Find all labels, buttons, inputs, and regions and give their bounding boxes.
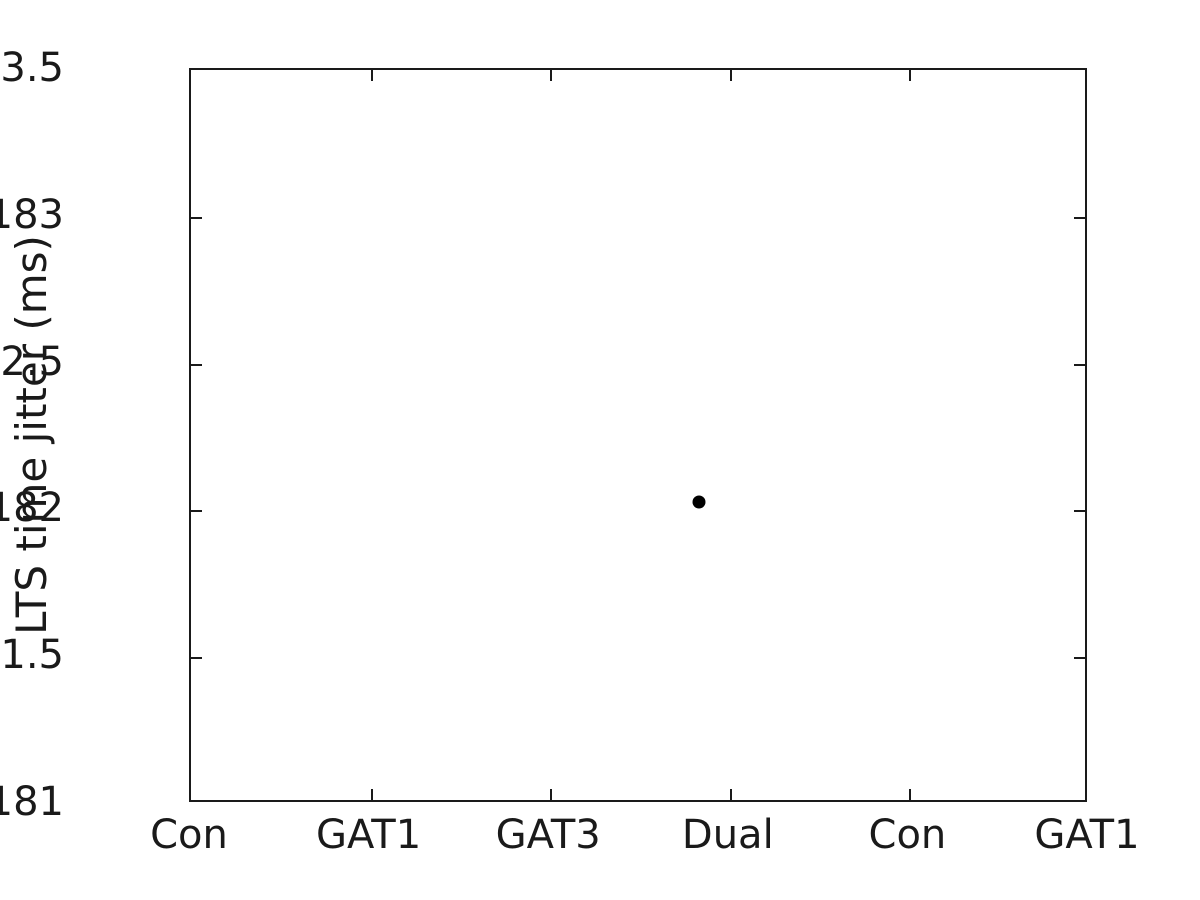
y-tick-label: 182 — [0, 485, 64, 532]
figure-canvas: LTS time jitter (ms) 183.5 183 182.5 182 181… — [0, 0, 1200, 900]
x-tick-label: GAT1 — [316, 812, 422, 858]
data-point-layer — [191, 70, 1085, 800]
y-tick-label: 181.5 — [0, 632, 64, 679]
y-tick-label: 183 — [0, 191, 64, 238]
x-tick-label: GAT3 — [495, 812, 601, 858]
x-tick-label: Con — [150, 812, 228, 858]
y-tick-label: 183.5 — [0, 45, 64, 91]
plot-area[interactable] — [189, 68, 1087, 802]
x-tick-label: Con — [868, 812, 947, 858]
data-point[interactable] — [692, 495, 706, 509]
x-tick-label: Dual — [681, 812, 774, 858]
y-tick-label: 181 — [0, 779, 64, 825]
y-axis-title: LTS time jitter (ms) — [7, 235, 56, 635]
x-tick-label: GAT1 — [1034, 812, 1140, 858]
y-tick-label: 182.5 — [0, 338, 64, 385]
